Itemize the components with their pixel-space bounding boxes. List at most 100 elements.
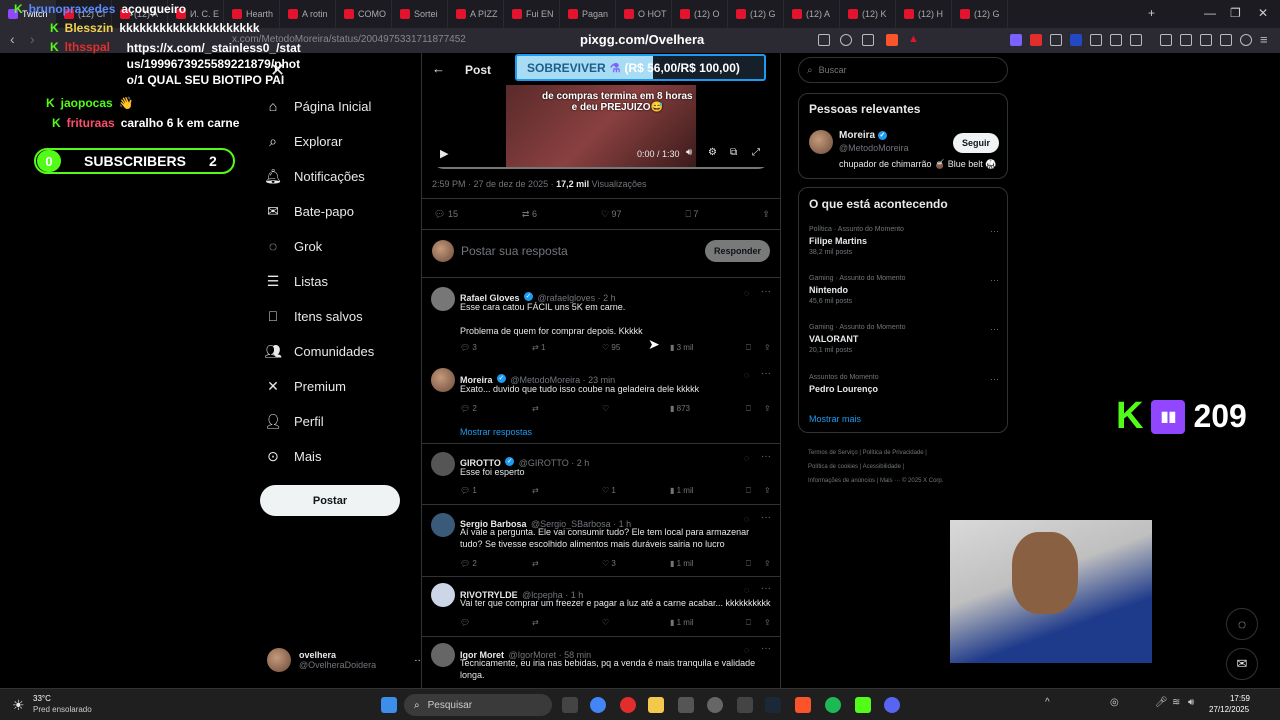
reply-button[interactable]: Responder (705, 240, 770, 262)
reply-item[interactable]: Moreira ✓ @MetodoMoreira · 23 min ◌ ··· E… (422, 362, 780, 444)
repost-action[interactable]: ⇄ (532, 404, 602, 414)
search-box[interactable]: ⌕ Buscar (798, 57, 1008, 83)
minimize-button[interactable]: — (1204, 6, 1216, 20)
footer-link[interactable]: Política de Privacidade (863, 450, 924, 456)
bookmark-icon[interactable]: ⎕ (746, 404, 764, 414)
like-action[interactable]: ♡ 1 (602, 486, 670, 496)
media-icon[interactable] (1160, 34, 1172, 46)
extension-icon[interactable] (1050, 34, 1062, 46)
maximize-button[interactable]: ❐ (1230, 6, 1241, 20)
share-icon[interactable]: ⇪ (764, 559, 771, 569)
share-icon[interactable]: ⇪ (764, 343, 771, 353)
app-icon[interactable] (855, 697, 871, 713)
zoom-icon[interactable] (840, 34, 852, 46)
reply-action[interactable]: 💬︎ 2 (460, 404, 532, 414)
reply-item[interactable]: Sergio Barbosa @Sergio_SBarbosa · 1 h ◌ ·… (422, 505, 780, 577)
like-action[interactable]: ♡ 3 (602, 559, 670, 569)
steam-icon[interactable] (765, 697, 781, 713)
grok-icon[interactable]: ◌ (744, 514, 749, 524)
extension-icon[interactable] (1010, 34, 1022, 46)
share-icon[interactable]: ⇪ (764, 404, 771, 414)
more-icon[interactable]: ··· (990, 324, 999, 334)
pip-icon[interactable]: ⧉ (730, 147, 737, 158)
opera-icon[interactable] (620, 697, 636, 713)
task-view-icon[interactable] (562, 697, 578, 713)
reply-input[interactable]: Postar sua resposta (461, 244, 568, 258)
brave-icon[interactable] (795, 697, 811, 713)
share-icon[interactable]: ⇪ (764, 618, 771, 628)
windows-start-icon[interactable] (381, 697, 397, 713)
views-action[interactable]: ▮ 873 (670, 404, 746, 414)
bookmark-icon[interactable]: ⎕ (746, 343, 764, 353)
reply-action[interactable]: 💬︎ 1 (460, 486, 532, 496)
browser-tab[interactable]: A PIZZ (448, 0, 504, 28)
taskbar-search[interactable]: ⌕ Pesquisar (404, 694, 552, 716)
reply-item[interactable]: Igor Moret @IgorMoret · 58 min ◌ ··· Tecn… (422, 637, 780, 693)
repost-action[interactable]: ⇄ 6 (522, 209, 537, 220)
fullscreen-icon[interactable]: ⤢ (752, 147, 760, 158)
nav-grok[interactable]: ◌ Grok (265, 238, 322, 254)
grok-icon[interactable]: ◌ (744, 585, 749, 595)
nav-profile[interactable]: 👤︎ Perfil (264, 413, 324, 429)
grok-icon[interactable]: ◌ (744, 370, 749, 380)
more-icon[interactable]: ··· (990, 275, 999, 285)
nav-home[interactable]: ⌂ Página Inicial (265, 98, 372, 114)
like-action[interactable]: ♡ 97 (601, 209, 622, 220)
extension-icon[interactable] (1070, 34, 1082, 46)
share-icon[interactable]: ⇪ (764, 486, 771, 496)
bookmark-icon[interactable]: ⎕ (746, 618, 764, 628)
menu-icon[interactable]: ≡ (1260, 32, 1268, 47)
volume-icon[interactable]: 🔊︎ (1188, 697, 1194, 708)
discord-icon[interactable] (884, 697, 900, 713)
browser-tab[interactable]: (12) G (728, 0, 784, 28)
grok-icon[interactable]: ◌ (744, 453, 749, 463)
footer-link[interactable]: Política de cookies (808, 464, 858, 470)
reply-item[interactable]: GIROTTO ✓ @GIROTTO · 2 h ◌ ··· Esse foi e… (422, 444, 780, 504)
nav-more[interactable]: ⊙ Mais (265, 448, 321, 464)
wifi-icon[interactable]: ≋ (1172, 697, 1180, 708)
chrome-icon[interactable] (590, 697, 606, 713)
reply-action[interactable]: 💬︎ (460, 618, 532, 628)
sidebar-icon[interactable] (1180, 34, 1192, 46)
reader-icon[interactable] (818, 34, 830, 46)
reply-action[interactable]: 💬︎ 3 (460, 343, 532, 353)
reply-action[interactable]: 💬︎ 15 (434, 209, 458, 220)
extension-icon[interactable] (1030, 34, 1042, 46)
puzzle-icon[interactable] (1110, 34, 1122, 46)
reply-item[interactable]: Rafael Gloves ✓ @rafaelgloves · 2 h ◌ ···… (422, 279, 780, 359)
close-window-button[interactable]: ✕ (1258, 6, 1268, 20)
follow-button[interactable]: Seguir (953, 133, 999, 153)
show-more-link[interactable]: Mostrar mais (809, 414, 861, 424)
more-icon[interactable]: ··· (761, 451, 771, 462)
post-button[interactable]: Postar (260, 485, 400, 516)
repost-action[interactable]: ⇄ (532, 559, 602, 569)
footer-link[interactable]: Informações de anúncios (808, 478, 875, 484)
browser-tab[interactable]: Pagan (560, 0, 616, 28)
more-icon[interactable]: ··· (990, 226, 999, 236)
share-icon[interactable]: ⇪ (762, 209, 770, 220)
grok-icon[interactable]: ◌ (744, 645, 749, 655)
network-icon[interactable]: ◎ (1110, 697, 1119, 708)
grok-float-button[interactable]: ◌ (1226, 608, 1258, 640)
views-action[interactable]: ▮ 1 mil (670, 618, 746, 628)
bookmark-icon[interactable]: ⎕ (746, 486, 764, 496)
like-action[interactable]: ♡ (602, 618, 670, 628)
search-input[interactable]: Buscar (819, 65, 847, 75)
views-action[interactable]: ▮ 3 mil (670, 343, 746, 353)
more-icon[interactable]: ··· (761, 368, 771, 379)
views-action[interactable]: ▮ 1 mil (670, 486, 746, 496)
repost-action[interactable]: ⇄ 1 (532, 343, 602, 353)
nav-notifications[interactable]: 🔔︎ Notificações (264, 168, 365, 184)
trend-item[interactable]: Gaming · Assunto do Momento VALORANT 20,1 … (809, 324, 999, 354)
repost-action[interactable]: ⇄ (532, 486, 602, 496)
nav-communities[interactable]: 👥︎ Comunidades (264, 343, 374, 359)
grok-icon[interactable]: ◌ (744, 288, 749, 298)
extension-icon[interactable] (1090, 34, 1102, 46)
app-icon[interactable] (737, 697, 753, 713)
trend-item[interactable]: Gaming · Assunto do Momento Nintendo 45,6 … (809, 275, 999, 305)
chevron-up-icon[interactable]: ^ (1045, 697, 1050, 708)
browser-tab[interactable]: COMO (336, 0, 392, 28)
app-icon[interactable] (678, 697, 694, 713)
show-replies-link[interactable]: Mostrar respostas (460, 427, 532, 437)
more-icon[interactable]: ··· (761, 643, 771, 654)
